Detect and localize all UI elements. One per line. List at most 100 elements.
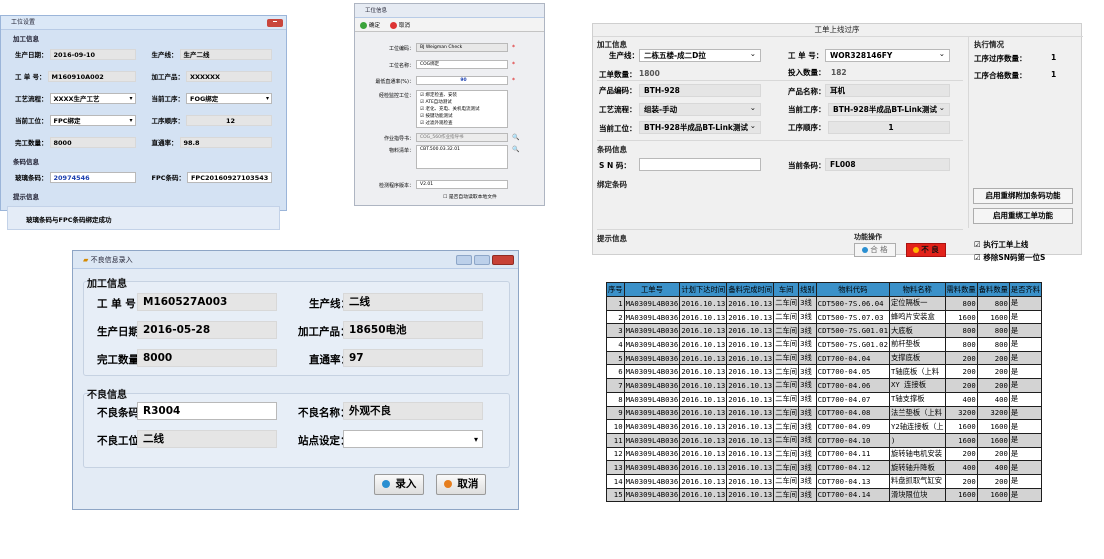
cancel-button[interactable]: 取消 (436, 474, 486, 495)
table-cell: Y2轴连接板（上 (888, 419, 946, 434)
label: 工位编码： (388, 46, 414, 52)
table-cell: MA0309L4B036 (623, 473, 681, 489)
table-cell: 1600 (976, 419, 1010, 434)
table-cell: 2016.10.13 (726, 364, 775, 380)
search-icon[interactable]: 🔍 (512, 134, 519, 141)
table-row[interactable]: 2 MA0309L4B036 2016.10.13 2016.10.13 二车间 3线 CD… (606, 309, 1043, 325)
label: 经检监控工位： (378, 93, 414, 99)
label: 产品编码： (599, 86, 637, 95)
search-icon[interactable]: 🔍 (512, 146, 519, 153)
table-row[interactable]: 9 MA0309L4B036 2016.10.13 2016.10.13 二车间 3线 CD… (606, 405, 1043, 421)
table-cell: MA0309L4B036 (623, 350, 681, 366)
station-select[interactable]: BTH-928半成品BT-Link测试 (639, 121, 761, 134)
save-label: 确定 (369, 22, 381, 29)
instruction-field: COG_560作业指导书 (416, 133, 508, 142)
site-select[interactable] (343, 430, 483, 448)
defect-barcode-input[interactable]: R3004 (137, 402, 277, 420)
table-cell: MA0309L4B036 (623, 378, 681, 393)
label: 工单数量： (599, 70, 637, 79)
table-row[interactable]: 15 MA0309L4B036 2016.10.13 2016.10.13 二车间 3线 C… (606, 487, 1043, 503)
flow-select[interactable]: 组装-手动 (639, 103, 761, 116)
station-select[interactable]: FPC绑定 (49, 114, 136, 126)
table-cell: 5 (606, 350, 625, 366)
label: 当前工位： (15, 117, 48, 125)
table-row[interactable]: 5 MA0309L4B036 2016.10.13 2016.10.13 二车间 3线 CD… (606, 350, 1043, 366)
table-cell: 3线 (798, 364, 817, 380)
table-cell: MA0309L4B036 (623, 337, 681, 352)
enter-button[interactable]: 录入 (374, 474, 424, 495)
cancel-button[interactable]: 取消 (390, 21, 410, 29)
check-label: 过滤外观检查 (425, 121, 453, 126)
done-field: 8000 (49, 136, 136, 148)
table-cell: CDT700-04.10 (815, 432, 890, 448)
table-cell: 2016.10.13 (726, 337, 775, 352)
defect-button[interactable]: 不 良 (906, 243, 946, 257)
line-select[interactable]: 二栋五楼-成二D拉 (639, 49, 761, 62)
order-select[interactable]: WOR328146FY (825, 49, 950, 62)
check-item[interactable]: ☑ 按键功能测试 (420, 113, 507, 120)
table-row[interactable]: 4 MA0309L4B036 2016.10.13 2016.10.13 二车间 3线 CD… (606, 337, 1043, 352)
table-cell: 是 (1008, 473, 1043, 489)
auto-read-checkbox[interactable]: ☐ 是否自动读取本地文件 (443, 193, 497, 200)
check-item[interactable]: ☑ 绑定检查、安装 (420, 92, 507, 99)
fpc-barcode-input[interactable]: FPC20160927103543 (186, 171, 272, 183)
table-row[interactable]: 1 MA0309L4B036 2016.10.13 2016.10.13 二车间 3线 CD… (606, 296, 1043, 311)
table-row[interactable]: 11 MA0309L4B036 2016.10.13 2016.10.13 二车间 3线 C… (606, 432, 1043, 448)
check-item[interactable]: ☑ 老化、充电、关机电流测试 (420, 106, 507, 113)
table-row[interactable]: 3 MA0309L4B036 2016.10.13 2016.10.13 二车间 3线 CD… (606, 323, 1043, 339)
product-code-field: BTH-928 (639, 84, 761, 97)
flow-select[interactable]: XXXX生产工艺 (49, 92, 136, 104)
minimize-icon[interactable] (456, 255, 472, 265)
column-header: 线别 (798, 282, 817, 297)
table-cell: CDT700-04.07 (815, 391, 890, 407)
close-icon[interactable] (492, 255, 514, 265)
process-select[interactable]: BTH-928半成品BT-Link测试 (828, 103, 950, 116)
rebind-order-button[interactable]: 启用重绑工单功能 (973, 208, 1073, 224)
table-row[interactable]: 10 MA0309L4B036 2016.10.13 2016.10.13 二车间 3线 C… (606, 419, 1043, 434)
ok-count-value: 1 (1051, 70, 1057, 79)
save-button[interactable]: 确定 (360, 21, 380, 29)
table-cell: 3线 (798, 446, 817, 462)
table-row[interactable]: 8 MA0309L4B036 2016.10.13 2016.10.13 二车间 3线 CD… (606, 391, 1043, 407)
table-cell: 2016.10.13 (679, 350, 728, 366)
process-select[interactable]: FOG绑定 (186, 92, 272, 104)
title-bar: 工位设置 (1, 16, 286, 30)
table-cell: 2016.10.13 (726, 419, 775, 434)
maximize-icon[interactable] (474, 255, 490, 265)
table-cell: CDT700-04.13 (815, 473, 890, 489)
check-item[interactable]: ☑ 过滤外观检查 (420, 120, 507, 127)
label: 当前条码： (788, 161, 826, 170)
date-field: 2016-05-28 (137, 321, 277, 339)
monitor-station-list[interactable]: ☑ 绑定检查、安装 ☑ ATE自动测试 ☑ 老化、充电、关机电流测试 ☑ 按键功… (416, 90, 508, 128)
required-mark: * (512, 61, 515, 68)
table-cell: 是 (1008, 309, 1043, 325)
pass-button[interactable]: 合 格 (854, 243, 896, 257)
table-cell: 2016.10.13 (679, 391, 728, 407)
table-row[interactable]: 7 MA0309L4B036 2016.10.13 2016.10.13 二车间 3线 CD… (606, 378, 1043, 393)
exec-online-checkbox[interactable]: ☑ 执行工单上线 (974, 239, 1028, 250)
table-cell: 是 (1008, 323, 1043, 339)
close-icon[interactable] (267, 19, 283, 27)
table-cell: CDT700-04.05 (815, 364, 890, 380)
rebind-barcode-button[interactable]: 启用重绑附加条码功能 (973, 188, 1073, 204)
table-row[interactable]: 14 MA0309L4B036 2016.10.13 2016.10.13 二车间 3线 C… (606, 473, 1043, 489)
table-cell: 是 (1008, 364, 1043, 380)
min-rate-input[interactable]: 90 (416, 76, 508, 85)
remove-s-checkbox[interactable]: ☑ 移除SN码第一位S (974, 252, 1045, 263)
glass-barcode-input[interactable]: 20974546 (49, 171, 136, 183)
check-label: ATE自动测试 (425, 100, 452, 105)
station-name-input[interactable]: COG绑定 (416, 60, 508, 69)
label: 当前工序： (151, 95, 185, 103)
column-header: 是否齐料 (1008, 282, 1043, 297)
table-row[interactable]: 13 MA0309L4B036 2016.10.13 2016.10.13 二车间 3线 C… (606, 460, 1043, 475)
sn-input[interactable] (639, 158, 761, 171)
table-cell: 二车间 (773, 405, 800, 421)
bom-field[interactable]: CBT.500.03.32.01 (416, 145, 508, 169)
table-row[interactable]: 6 MA0309L4B036 2016.10.13 2016.10.13 二车间 3线 CD… (606, 364, 1043, 380)
version-input[interactable]: V2.01 (416, 180, 508, 189)
label: 工 单 号： (788, 51, 824, 60)
column-header: 车间 (773, 282, 800, 297)
table-row[interactable]: 12 MA0309L4B036 2016.10.13 2016.10.13 二车间 3线 C… (606, 446, 1043, 462)
table-cell: 2016.10.13 (679, 460, 728, 475)
check-item[interactable]: ☑ ATE自动测试 (420, 99, 507, 106)
